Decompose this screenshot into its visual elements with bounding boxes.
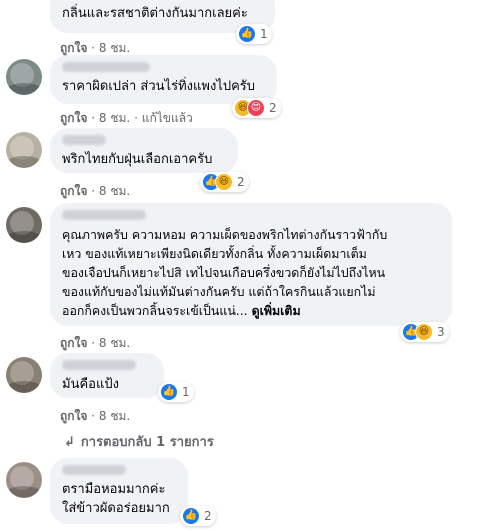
comment-bubble: ราคาผิดเปล่า ส่วนไร่ทิ่งแพงไปครับ (50, 55, 277, 104)
avatar[interactable] (6, 59, 42, 95)
commenter-name-blurred[interactable] (62, 360, 136, 370)
comment-text: พริกไทยกับฝุ่นเลือกเอาครับ (62, 152, 213, 167)
avatar[interactable] (6, 462, 42, 498)
separator-dot: · (91, 184, 96, 198)
comment-text: กลิ่นและรสชาติต่างกันมากเลยค่ะ (62, 6, 248, 21)
comment-bubble: คุณภาพครับ ความหอม ความเผ็ดของพริกไทต่าง… (50, 203, 452, 326)
comment-actions: ถูกใจ · 8 ชม. · แก้ไขแล้ว (60, 109, 193, 128)
comment-time[interactable]: 8 ชม. (99, 111, 130, 125)
avatar[interactable] (6, 132, 42, 168)
comment-time[interactable]: 8 ชม. (99, 336, 130, 350)
comment-time[interactable]: 8 ชม. (99, 184, 130, 198)
haha-reaction-icon: 😆 (415, 323, 433, 341)
like-link[interactable]: ถูกใจ (60, 41, 87, 55)
reaction-summary[interactable]: 👍 1 (158, 382, 194, 402)
reaction-count: 2 (204, 509, 212, 523)
like-reaction-icon: 👍 (160, 383, 178, 401)
like-reaction-icon: 👍 (182, 507, 200, 525)
comment-actions: ถูกใจ · 8 ชม. (60, 334, 130, 353)
reaction-summary[interactable]: 😆 😍 2 (232, 98, 281, 118)
like-link[interactable]: ถูกใจ (60, 111, 87, 125)
love-reaction-icon: 😍 (247, 99, 265, 117)
comment-actions: ถูกใจ · 8 ชม. (60, 182, 130, 201)
like-reaction-icon: 👍 (238, 25, 256, 43)
commenter-name-blurred[interactable] (62, 135, 106, 145)
reaction-summary[interactable]: 👍 1 (236, 24, 272, 44)
see-more-link[interactable]: ดูเพิ่มเติม (252, 303, 301, 318)
view-replies-link[interactable]: ↳ การตอบกลับ 1 รายการ (64, 431, 214, 452)
separator-dot: · (91, 336, 96, 350)
separator-dot: · (91, 41, 96, 55)
reply-arrow-icon: ↳ (64, 435, 75, 450)
avatar[interactable] (6, 357, 42, 393)
comment-time[interactable]: 8 ชม. (99, 409, 130, 423)
replies-label: การตอบกลับ 1 รายการ (80, 435, 214, 450)
comment-text: ตรามือหอมมากค่ะ ใส่ข้าวผัดอร่อยมาก (62, 482, 170, 516)
commenter-name-blurred[interactable] (62, 210, 146, 220)
commenter-name-blurred[interactable] (62, 465, 126, 475)
reaction-summary[interactable]: 👍 😆 3 (400, 322, 449, 342)
reaction-summary[interactable]: 👍 2 (180, 506, 216, 526)
separator-dot: · (91, 111, 96, 125)
comment-time[interactable]: 8 ชม. (99, 41, 130, 55)
comment-bubble: พริกไทยกับฝุ่นเลือกเอาครับ (50, 128, 238, 173)
comment-actions: ถูกใจ · 8 ชม. (60, 407, 130, 426)
reaction-summary[interactable]: 👍 😆 2 (200, 172, 249, 192)
comment-body: คุณภาพครับ ความหอม ความเผ็ดของพริกไทต่าง… (62, 227, 388, 318)
commenter-name-blurred[interactable] (62, 62, 150, 72)
comment-text: มันคือแป้ง (62, 377, 119, 392)
avatar[interactable] (6, 207, 42, 243)
reaction-count: 2 (237, 175, 245, 189)
comment-text: ราคาผิดเปล่า ส่วนไร่ทิ่งแพงไปครับ (62, 79, 256, 94)
comment-text: คุณภาพครับ ความหอม ความเผ็ดของพริกไทต่าง… (62, 225, 440, 320)
reaction-count: 1 (260, 27, 268, 41)
reaction-count: 2 (269, 101, 277, 115)
separator-dot: · (134, 111, 138, 125)
like-link[interactable]: ถูกใจ (60, 409, 87, 423)
like-link[interactable]: ถูกใจ (60, 184, 87, 198)
edited-label[interactable]: แก้ไขแล้ว (142, 111, 193, 125)
reaction-count: 3 (437, 325, 445, 339)
haha-reaction-icon: 😆 (215, 173, 233, 191)
separator-dot: · (91, 409, 96, 423)
comment-bubble: มันคือแป้ง (50, 353, 164, 398)
reaction-count: 1 (182, 385, 190, 399)
like-link[interactable]: ถูกใจ (60, 336, 87, 350)
comment-bubble: ตรามือหอมมากค่ะ ใส่ข้าวผัดอร่อยมาก (50, 458, 188, 524)
